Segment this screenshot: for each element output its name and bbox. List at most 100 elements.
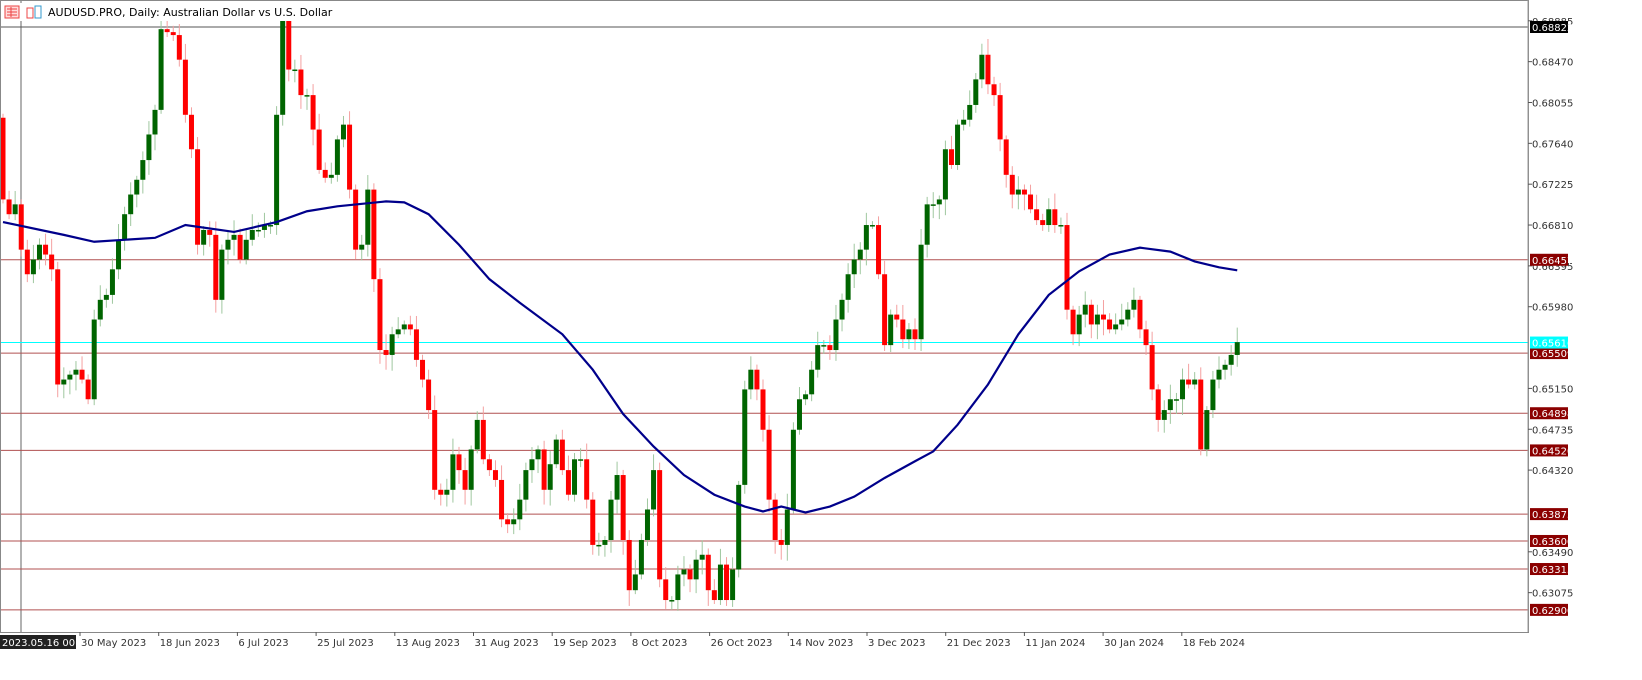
candle-body: [395, 329, 401, 335]
level-price-label: 0.62900: [1532, 606, 1573, 617]
candle: [201, 226, 207, 256]
candle: [122, 206, 128, 251]
candle: [1173, 392, 1179, 415]
candle-body: [292, 69, 298, 72]
candle: [444, 478, 450, 507]
candle: [286, 14, 292, 82]
candle: [833, 304, 839, 361]
candle: [152, 104, 158, 151]
candle-body: [924, 204, 930, 245]
candle: [1143, 320, 1149, 355]
candle-body: [401, 324, 407, 330]
candle: [334, 135, 340, 182]
candle-body: [1186, 379, 1192, 385]
candle-body: [882, 274, 888, 346]
candle: [754, 364, 760, 401]
candle: [322, 162, 328, 183]
candle: [55, 261, 61, 398]
candle-body: [207, 229, 213, 235]
candle-body: [620, 475, 626, 540]
candle-body: [389, 334, 395, 355]
candle-body: [997, 95, 1003, 140]
candle-body: [30, 259, 36, 275]
candle-body: [219, 249, 225, 300]
candle-body: [164, 29, 170, 33]
candle-body: [438, 489, 444, 495]
candle: [340, 115, 346, 148]
candle-body: [985, 54, 991, 85]
candle: [207, 221, 213, 247]
candle-body: [1082, 304, 1088, 315]
date-tick-label: 14 Nov 2023: [789, 638, 853, 649]
candle-body: [79, 369, 85, 380]
candle-body: [499, 479, 505, 520]
candle-body: [918, 244, 924, 340]
candle-body: [760, 389, 766, 430]
candle: [1052, 193, 1058, 233]
candle: [948, 135, 954, 169]
candle-body: [474, 419, 480, 450]
candle: [529, 447, 535, 483]
candle: [213, 221, 219, 313]
candle-body: [778, 539, 784, 545]
candle-body: [426, 379, 432, 411]
date-tick-label: 21 Dec 2023: [947, 638, 1011, 649]
candle-body: [103, 294, 109, 300]
candle: [158, 19, 164, 114]
candle-body: [821, 345, 827, 347]
candle: [255, 222, 261, 237]
candle-body: [651, 470, 657, 510]
candle-body: [869, 225, 875, 227]
candle: [30, 244, 36, 284]
candle-body: [468, 449, 474, 490]
price-chart[interactable]: 0.688850.684700.680550.676400.672250.668…: [0, 0, 1642, 680]
date-tick-label: 6 Jul 2023: [238, 638, 288, 649]
candle-body: [328, 174, 334, 178]
candle: [851, 243, 857, 289]
candle-body: [1137, 299, 1143, 330]
candle-body: [1046, 209, 1052, 226]
candle-body: [1107, 319, 1113, 330]
candle: [517, 483, 523, 531]
date-tick-label: 18 Feb 2024: [1183, 638, 1245, 649]
candle: [1216, 356, 1222, 389]
candle-body: [1094, 314, 1100, 325]
candle-body: [724, 564, 730, 601]
candle: [547, 450, 553, 506]
candle: [614, 461, 620, 514]
candle: [91, 309, 97, 406]
candle: [590, 492, 596, 555]
candle: [730, 557, 736, 607]
candle: [973, 73, 979, 113]
candle-body: [383, 350, 389, 355]
candle-body: [0, 117, 6, 200]
price-tick-label: 0.68470: [1532, 58, 1573, 69]
candle-body: [876, 225, 882, 275]
candle: [1034, 194, 1040, 226]
candle: [1131, 287, 1137, 318]
candle: [869, 221, 875, 229]
price-tick-label: 0.63490: [1532, 548, 1573, 559]
date-tick-label: 18 Jun 2023: [160, 638, 220, 649]
candle: [1015, 176, 1021, 210]
candle: [146, 121, 152, 175]
candle-body: [1015, 189, 1021, 195]
candle: [1094, 304, 1100, 340]
candle: [0, 113, 6, 204]
candle: [578, 448, 584, 468]
date-tick-label: 19 Sep 2023: [553, 638, 616, 649]
candle-body: [6, 199, 12, 215]
candle-body: [730, 569, 736, 601]
candle-body: [152, 109, 158, 135]
candle-body: [833, 319, 839, 351]
date-tick-label: 30 May 2023: [81, 638, 146, 649]
chart-list-icon[interactable]: [4, 5, 20, 19]
price-tick-label: 0.64735: [1532, 425, 1573, 436]
candle: [182, 43, 188, 123]
candle-body: [912, 329, 918, 340]
candle-body: [602, 539, 608, 545]
price-tick-label: 0.63075: [1532, 589, 1573, 600]
candle: [827, 335, 833, 360]
candle-body: [1070, 309, 1076, 335]
candle-body: [492, 470, 498, 480]
